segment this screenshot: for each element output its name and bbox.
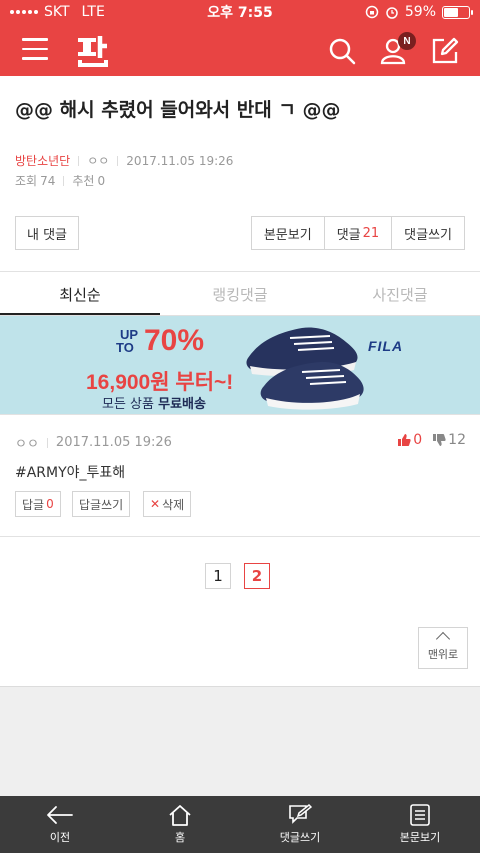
banner-percent: 70% — [144, 324, 205, 357]
recommend-count: 0 — [97, 173, 106, 188]
rotation-lock-icon — [365, 5, 379, 19]
tab-latest[interactable]: 최신순 — [0, 276, 160, 315]
comment-author: ㅇㅇ — [15, 437, 39, 452]
post-title: @@ 해시 추렸어 들어와서 반대 ㄱ @@ — [15, 99, 341, 121]
status-right: 59% — [310, 4, 473, 20]
delete-label: 삭제 — [162, 497, 185, 512]
downvote-button[interactable]: 12 — [432, 432, 466, 448]
views-label: 조회 — [15, 174, 38, 188]
downvote-count: 12 — [448, 432, 466, 448]
section-divider — [0, 271, 480, 272]
nav-view-post-label: 본문보기 — [399, 831, 441, 844]
comment-text: #ARMY야_투표해 — [15, 465, 126, 481]
status-bar: SKT LTE 오후 7:55 59% — [0, 0, 480, 24]
banner-shipping: 모든 상품 무료배송 — [102, 398, 206, 412]
battery-percent: 59% — [404, 4, 436, 20]
banner-to-text: TO — [116, 340, 134, 355]
user-button[interactable]: N — [378, 32, 416, 66]
post-category[interactable]: 방탄소년단 — [15, 152, 70, 169]
reply-button[interactable]: 답글 0 — [15, 491, 61, 517]
sneaker-image — [246, 327, 364, 410]
fila-logo: FILA — [368, 338, 404, 354]
delete-button[interactable]: ✕ 삭제 — [143, 491, 192, 517]
post-datetime: 2017.11.05 19:26 — [126, 153, 234, 168]
bottom-nav: 이전 홈 댓글쓰기 본문보기 — [0, 796, 480, 853]
nav-home[interactable]: 홈 — [120, 796, 240, 853]
post-stats: 조회 74 추천 0 — [15, 172, 105, 189]
page-1[interactable]: 1 — [205, 563, 231, 589]
recommend-label: 추천 — [72, 174, 95, 188]
comment-tabs: 최신순 랭킹댓글 사진댓글 — [0, 276, 480, 316]
views-count: 74 — [40, 173, 56, 188]
upvote-button[interactable]: 0 — [397, 432, 422, 448]
banner-shipping-bold: 무료배송 — [158, 397, 206, 412]
comment-votes: 0 12 — [397, 432, 466, 448]
document-icon — [410, 804, 430, 826]
alarm-icon — [386, 7, 398, 19]
back-arrow-icon — [47, 806, 73, 824]
comments-button[interactable]: 댓글 21 — [323, 217, 391, 249]
section-divider — [0, 536, 480, 537]
carrier-label: SKT — [44, 4, 70, 20]
banner-up-to: UP TO — [116, 328, 138, 354]
edit-icon[interactable] — [430, 36, 460, 66]
divider — [117, 155, 119, 166]
my-comments-button[interactable]: 내 댓글 — [15, 216, 79, 250]
post-action-group: 본문보기 댓글 21 댓글쓰기 — [250, 216, 465, 250]
search-icon[interactable] — [327, 36, 357, 66]
nav-home-label: 홈 — [174, 831, 186, 844]
comments-label: 댓글 — [336, 227, 361, 243]
status-left: SKT LTE — [10, 4, 170, 20]
ad-banner[interactable]: UP TO 70% 16,900원 부터~! 모든 상품 무료배송 FILA — [0, 316, 480, 414]
write-reply-button[interactable]: 답글쓰기 — [72, 491, 131, 517]
divider — [46, 437, 48, 448]
nav-view-post[interactable]: 본문보기 — [360, 796, 480, 853]
banner-price: 16,900원 부터~! — [86, 371, 234, 394]
comments-count: 21 — [362, 225, 380, 241]
nav-write-comment-label: 댓글쓰기 — [279, 831, 321, 844]
write-comment-icon — [289, 804, 312, 824]
write-comment-button[interactable]: 댓글쓰기 — [391, 217, 464, 249]
section-divider — [0, 414, 480, 415]
thumbs-down-icon — [433, 434, 446, 446]
post-author: ㅇㅇ — [87, 154, 110, 168]
view-post-button[interactable]: 본문보기 — [252, 217, 324, 249]
comment-meta: ㅇㅇ 2017.11.05 19:26 — [15, 433, 172, 452]
notification-badge: N — [398, 32, 416, 50]
page-2[interactable]: 2 — [244, 563, 270, 589]
nav-write-comment[interactable]: 댓글쓰기 — [240, 796, 360, 853]
home-icon — [169, 805, 191, 826]
battery-icon — [442, 5, 473, 19]
chevron-up-icon — [435, 631, 451, 647]
divider — [63, 175, 65, 186]
hamburger-menu-icon[interactable] — [22, 38, 48, 62]
reply-label: 답글 — [22, 497, 45, 512]
network-label: LTE — [81, 4, 105, 20]
reply-count: 0 — [46, 497, 54, 511]
upvote-count: 0 — [413, 432, 423, 448]
scroll-to-top-button[interactable]: 맨위로 — [418, 627, 468, 669]
banner-shipping-prefix: 모든 상품 — [102, 397, 154, 412]
scroll-to-top-label: 맨위로 — [427, 648, 459, 661]
status-time: 오후 7:55 — [207, 5, 273, 21]
tab-ranking[interactable]: 랭킹댓글 — [160, 276, 320, 315]
footer-area — [0, 686, 480, 796]
tab-photo[interactable]: 사진댓글 — [320, 276, 480, 315]
comment-datetime: 2017.11.05 19:26 — [55, 435, 172, 450]
divider — [78, 155, 80, 166]
nav-back-label: 이전 — [49, 831, 71, 844]
post-meta: 방탄소년단 ㅇㅇ 2017.11.05 19:26 — [15, 152, 233, 169]
thumbs-up-icon — [398, 434, 411, 446]
pann-logo[interactable] — [74, 32, 112, 68]
top-bar: N — [0, 24, 480, 76]
signal-icon — [10, 10, 38, 14]
close-icon: ✕ — [150, 497, 161, 511]
nav-back[interactable]: 이전 — [0, 796, 120, 853]
